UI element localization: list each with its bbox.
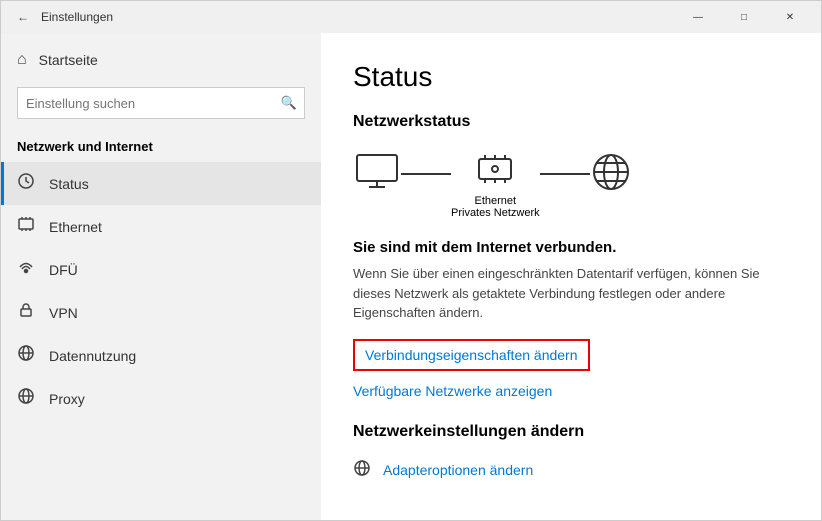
- search-input[interactable]: [17, 87, 305, 119]
- link-properties-container: Verbindungseigenschaften ändern: [353, 339, 789, 379]
- sidebar-home-label: Startseite: [39, 52, 98, 68]
- ethernet-icon: [17, 215, 35, 238]
- proxy-icon: [17, 387, 35, 410]
- status-icon: [17, 172, 35, 195]
- search-container: 🔍: [17, 87, 305, 119]
- private-network-label: Privates Netzwerk: [451, 207, 540, 219]
- sidebar-section-title: Netzwerk und Internet: [1, 127, 321, 162]
- window: ← Einstellungen — □ ✕ ⌂ Startseite 🔍 Net…: [0, 0, 822, 521]
- titlebar: ← Einstellungen — □ ✕: [1, 1, 821, 33]
- line-1: [401, 173, 451, 175]
- sidebar-item-dfu-label: DFÜ: [49, 262, 78, 278]
- adapter-optionen-item[interactable]: Adapteroptionen ändern: [353, 453, 789, 488]
- sidebar-item-proxy[interactable]: Proxy: [1, 377, 321, 420]
- back-button[interactable]: ←: [9, 3, 37, 31]
- change-section-title: Netzwerkeinstellungen ändern: [353, 423, 789, 441]
- close-button[interactable]: ✕: [767, 1, 813, 33]
- router-icon: [475, 151, 515, 189]
- vpn-icon: [17, 301, 35, 324]
- dfu-icon: [17, 258, 35, 281]
- network-diagram: Ethernet Privates Netzwerk: [353, 151, 789, 219]
- sidebar-home-button[interactable]: ⌂ Startseite: [1, 41, 321, 79]
- datennutzung-icon: [17, 344, 35, 367]
- computer-icon: [353, 153, 401, 191]
- sidebar-item-vpn-label: VPN: [49, 305, 78, 321]
- globe-icon: [590, 151, 632, 193]
- maximize-button[interactable]: □: [721, 1, 767, 33]
- connected-text: Sie sind mit dem Internet verbunden.: [353, 239, 789, 256]
- ethernet-node-labels: Ethernet Privates Netzwerk: [451, 195, 540, 219]
- sidebar-item-ethernet-label: Ethernet: [49, 219, 102, 235]
- content: ⌂ Startseite 🔍 Netzwerk und Internet Sta…: [1, 33, 821, 520]
- search-icon: 🔍: [281, 95, 297, 111]
- sidebar-item-ethernet[interactable]: Ethernet: [1, 205, 321, 248]
- sidebar-item-dfu[interactable]: DFÜ: [1, 248, 321, 291]
- sidebar: ⌂ Startseite 🔍 Netzwerk und Internet Sta…: [1, 33, 321, 520]
- sidebar-item-vpn[interactable]: VPN: [1, 291, 321, 334]
- status-description: Wenn Sie über einen eingeschränkten Date…: [353, 264, 773, 323]
- window-controls: — □ ✕: [675, 1, 813, 33]
- link-networks-container: Verfügbare Netzwerke anzeigen: [353, 383, 789, 407]
- sidebar-item-datennutzung-label: Datennutzung: [49, 348, 136, 364]
- home-icon: ⌂: [17, 51, 27, 69]
- sidebar-item-status[interactable]: Status: [1, 162, 321, 205]
- window-title: Einstellungen: [41, 10, 675, 24]
- minimize-button[interactable]: —: [675, 1, 721, 33]
- globe-node: [590, 151, 632, 219]
- adapter-optionen-label: Adapteroptionen ändern: [383, 462, 533, 478]
- ethernet-node: Ethernet Privates Netzwerk: [451, 151, 540, 219]
- sidebar-item-datennutzung[interactable]: Datennutzung: [1, 334, 321, 377]
- link-verfuegbare-netzwerke[interactable]: Verfügbare Netzwerke anzeigen: [353, 383, 552, 399]
- ethernet-label: Ethernet: [451, 195, 540, 207]
- line-2: [540, 173, 590, 175]
- sidebar-item-proxy-label: Proxy: [49, 391, 85, 407]
- sidebar-item-status-label: Status: [49, 176, 89, 192]
- computer-node: [353, 153, 401, 217]
- network-status-title: Netzwerkstatus: [353, 113, 789, 131]
- link-verbindungseigenschaften[interactable]: Verbindungseigenschaften ändern: [353, 339, 590, 371]
- adapter-icon: [353, 459, 371, 482]
- main-panel: Status Netzwerkstatus: [321, 33, 821, 520]
- page-title: Status: [353, 61, 789, 93]
